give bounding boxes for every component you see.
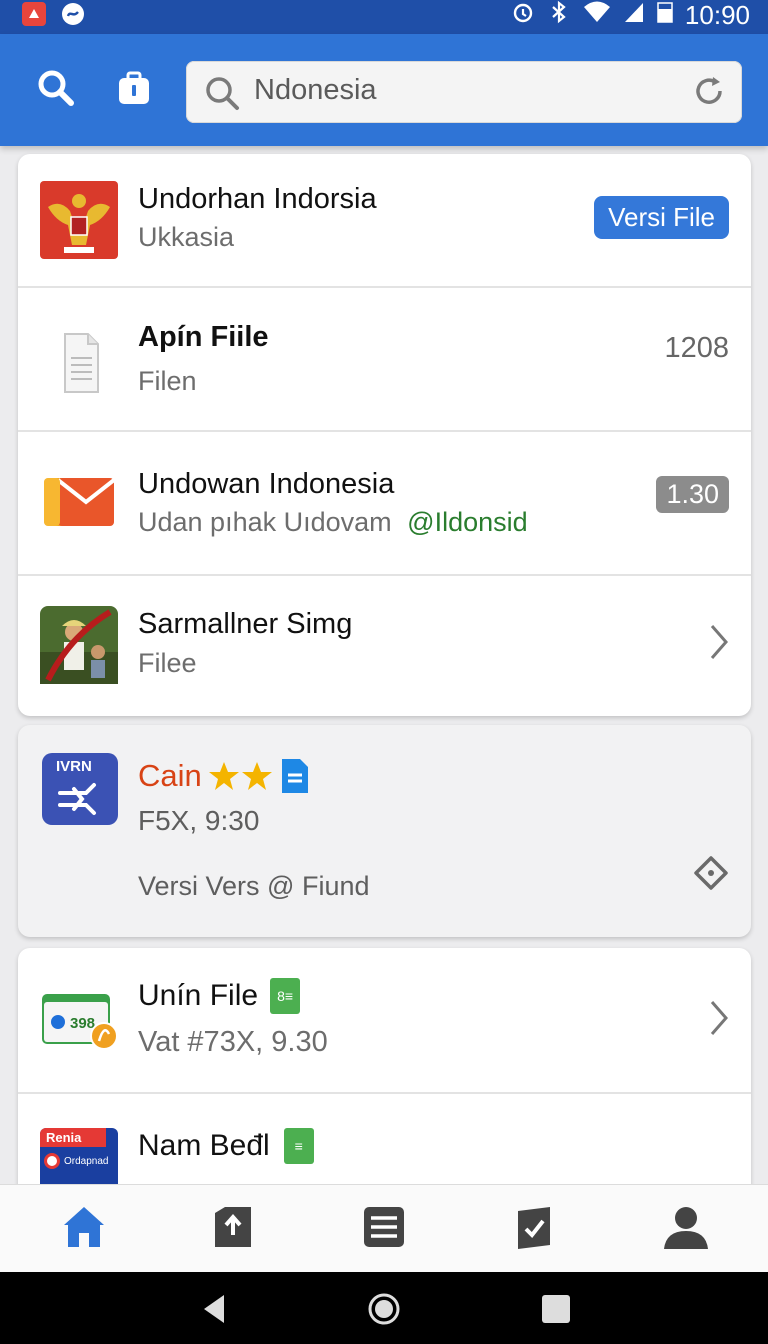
battery-icon <box>657 1 673 29</box>
sheet-icon: ≡ <box>283 1128 314 1164</box>
featured-meta: F5X, 9:30 <box>138 805 260 836</box>
files-card: 398 Unín File 8≡ Vat #73X, 9.30 Renia Or… <box>18 948 751 1208</box>
list-icon[interactable] <box>358 1201 410 1253</box>
news-app-caption: Ordapnad <box>64 1155 109 1167</box>
back-icon[interactable] <box>198 1292 232 1326</box>
item-title: Undowan Indonesia <box>138 468 395 500</box>
item-title: Nam Beđl <box>138 1129 270 1162</box>
version-badge: 1.30 <box>656 476 729 513</box>
notification-app-icon <box>22 2 46 26</box>
upload-icon[interactable] <box>207 1201 259 1253</box>
item-count: 1208 <box>664 332 729 364</box>
item-subtitle: Filee <box>138 648 197 678</box>
item-title: Sarmallner Simg <box>138 608 353 640</box>
drive-icon-text: 398 <box>70 1015 95 1032</box>
rating-stars-icon <box>208 762 272 790</box>
chevron-right-icon[interactable] <box>709 998 729 1038</box>
item-title: Undorhan Indorsia <box>138 183 377 215</box>
alarm-icon <box>511 0 535 30</box>
bluetooth-icon <box>547 0 571 30</box>
featured-footer: Versi Vers @ Fiund <box>138 871 370 901</box>
item-subtitle: Vat #73X, 9.30 <box>138 1026 328 1058</box>
item-subtitle: Filen <box>138 366 197 396</box>
profile-icon[interactable] <box>660 1201 712 1253</box>
wifi-icon <box>583 0 611 30</box>
results-card: Undorhan Indorsia Ukkasia Versi File Apí… <box>18 154 751 716</box>
recents-icon[interactable] <box>539 1292 573 1326</box>
search-field-icon <box>204 75 240 116</box>
doc-blue-icon <box>281 759 308 793</box>
sheet-icon: 8≡ <box>270 978 301 1014</box>
signal-icon <box>623 1 645 29</box>
list-item[interactable]: Undowan Indonesia Udan pıhak Uıdovam @Il… <box>18 432 751 576</box>
version-badge[interactable]: Versi File <box>594 196 729 239</box>
app-icon-label: IVRN <box>56 758 92 775</box>
status-bar: 10:90 <box>0 0 768 34</box>
list-item[interactable]: Undorhan Indorsia Ukkasia Versi File <box>18 154 751 288</box>
document-icon <box>40 324 118 402</box>
notification-sync-icon <box>62 3 84 25</box>
drive-folder-icon: 398 <box>40 984 118 1062</box>
list-item[interactable]: 398 Unín File 8≡ Vat #73X, 9.30 <box>18 948 751 1094</box>
search-icon[interactable] <box>34 66 78 110</box>
bottom-navigation <box>0 1184 768 1272</box>
item-title: Apín Fiile <box>138 321 269 353</box>
refresh-icon[interactable] <box>692 74 726 113</box>
item-handle[interactable]: @Ildonsid <box>407 507 527 537</box>
item-subtitle: Udan pıhak Uıdovam <box>138 507 392 537</box>
chevron-right-icon[interactable] <box>709 622 729 662</box>
news-app-label: Renia <box>40 1128 106 1147</box>
item-title: Unín File <box>138 979 259 1012</box>
photo-thumbnail <box>40 606 118 684</box>
list-item[interactable]: Apín Fiile Filen 1208 <box>18 288 751 432</box>
mail-app-icon <box>40 462 118 540</box>
briefcase-icon[interactable] <box>112 66 156 110</box>
tasks-icon[interactable] <box>508 1201 560 1253</box>
featured-card[interactable]: IVRN Cain F5X, 9:30 Versi Vers @ Fiund <box>18 725 751 937</box>
list-item[interactable]: Sarmallner Simg Filee <box>18 576 751 716</box>
clock: 10:90 <box>684 0 750 30</box>
app-bar: Ndonesia <box>0 34 768 146</box>
flight-app-icon: IVRN <box>42 753 118 825</box>
search-bar[interactable]: Ndonesia <box>186 61 742 123</box>
featured-title: Cain <box>138 758 202 793</box>
search-input[interactable]: Ndonesia <box>254 74 377 107</box>
home-button-icon[interactable] <box>367 1292 401 1326</box>
item-subtitle: Ukkasia <box>138 222 235 252</box>
home-icon[interactable] <box>58 1201 110 1253</box>
garuda-emblem-icon <box>40 181 118 259</box>
system-navigation-bar <box>0 1272 768 1344</box>
tag-icon[interactable] <box>693 855 729 891</box>
